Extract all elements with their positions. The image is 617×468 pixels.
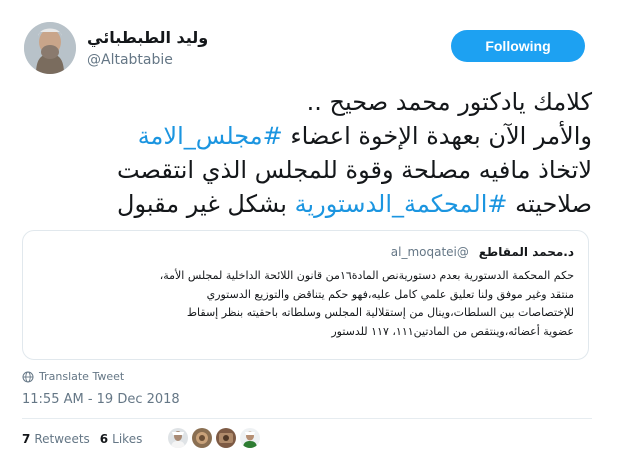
globe-icon — [22, 371, 34, 382]
quoted-author-handle: @al_moqatei — [390, 245, 469, 259]
author-avatar[interactable] — [24, 22, 76, 74]
tweet-line: لاتخاذ مافيه مصلحة وقوة للمجلس الذي انتق… — [22, 153, 592, 187]
liker-avatar[interactable] — [168, 428, 188, 448]
tweet-text-segment: بشكل غير مقبول — [117, 190, 295, 218]
tweet-stats: 7 Retweets 6 Likes — [22, 432, 142, 446]
quoted-author-name: د.محمد المقاطع — [478, 245, 574, 259]
quoted-tweet-header: د.محمد المقاطع @al_moqatei — [391, 245, 574, 259]
divider — [22, 418, 592, 419]
tweet-text: كلامك يادكتور محمد صحيح .. والأمر الآن ب… — [22, 85, 592, 221]
quoted-line: حكم المحكمة الدستورية بعدم دستوريةنص الم… — [159, 269, 574, 282]
retweets-count: 7 — [22, 432, 31, 446]
retweets-stat[interactable]: 7 Retweets — [22, 432, 90, 446]
quoted-line: منتقد وغير موفق ولنا تعليق علمي كامل علي… — [206, 287, 574, 301]
translate-tweet-link[interactable]: Translate Tweet — [22, 370, 124, 383]
liker-avatar[interactable] — [240, 428, 260, 448]
retweets-label: Retweets — [34, 432, 90, 446]
tweet-line: صلاحيته #المحكمة_الدستورية بشكل غير مقبو… — [22, 187, 592, 221]
hashtag-link[interactable]: #المحكمة_الدستورية — [295, 190, 508, 218]
tweet-text-segment: لاتخاذ مافيه مصلحة وقوة للمجلس الذي انتق… — [116, 156, 592, 184]
tweet-text-segment: كلامك يادكتور محمد صحيح .. — [306, 88, 592, 116]
author-handle[interactable]: @Altabtabie — [87, 52, 173, 68]
liker-avatar[interactable] — [216, 428, 236, 448]
author-display-name[interactable]: وليد الطبطبائي — [87, 28, 208, 47]
following-button[interactable]: Following — [451, 30, 585, 62]
liker-avatar[interactable] — [192, 428, 212, 448]
likes-label: Likes — [112, 432, 143, 446]
quoted-tweet-card[interactable]: د.محمد المقاطع @al_moqatei حكم المحكمة ا… — [22, 230, 589, 360]
tweet-text-segment: والأمر الآن بعهدة الإخوة اعضاء — [282, 122, 592, 150]
tweet-line: كلامك يادكتور محمد صحيح .. — [22, 85, 592, 119]
likes-stat[interactable]: 6 Likes — [100, 432, 143, 446]
avatar-image — [24, 22, 76, 74]
quoted-line: عضوية أعضائه،وينتقص من المادتين١١١، ١١٧ … — [331, 324, 574, 338]
quoted-line: للإختصاصات بين السلطات،وينال من إستقلالي… — [186, 306, 574, 319]
tweet-line: والأمر الآن بعهدة الإخوة اعضاء #مجلس_الا… — [22, 119, 592, 153]
tweet-text-segment: صلاحيته — [507, 190, 592, 218]
translate-label: Translate Tweet — [39, 370, 125, 383]
tweet-timestamp[interactable]: 11:55 AM - 19 Dec 2018 — [22, 392, 180, 407]
quoted-tweet-text: حكم المحكمة الدستورية بعدم دستوريةنص الم… — [38, 267, 574, 341]
liker-avatars — [168, 428, 260, 448]
hashtag-link[interactable]: #مجلس_الامة — [138, 122, 283, 150]
likes-count: 6 — [99, 432, 109, 446]
